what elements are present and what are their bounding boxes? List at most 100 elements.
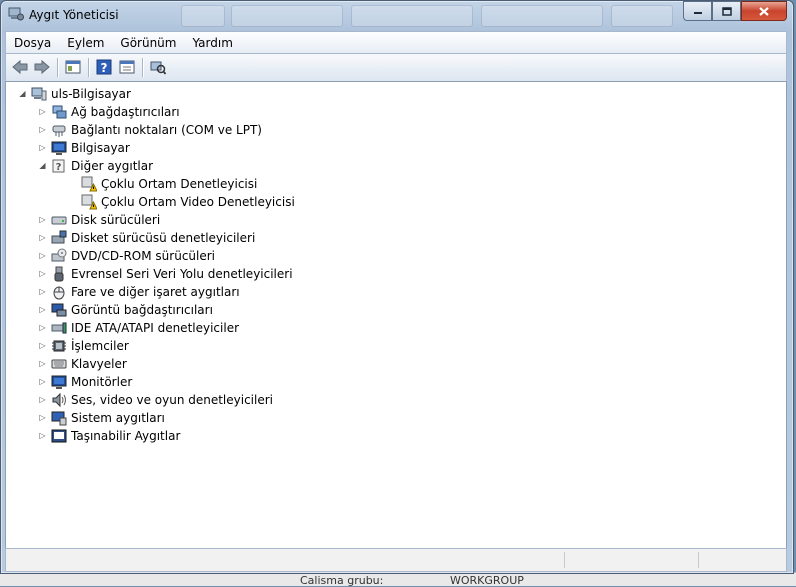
- floppy-controller-icon: [51, 230, 67, 244]
- expand-arrow-icon[interactable]: ▷: [38, 305, 47, 314]
- tree-category-node[interactable]: ◢? Diğer aygıtlar: [6, 157, 776, 175]
- status-bar: [5, 548, 787, 572]
- scan-hardware-icon: [150, 61, 166, 75]
- tree-node-label: Görüntü bağdaştırıcıları: [71, 303, 213, 317]
- title-bar[interactable]: Aygıt Yöneticisi: [1, 1, 793, 31]
- toolbar-separator: [142, 58, 144, 77]
- back-button[interactable]: [11, 58, 29, 76]
- maximize-button[interactable]: [712, 1, 741, 21]
- tree-category-node[interactable]: ▷ Sistem aygıtları: [6, 409, 776, 427]
- background-window-strip: [0, 572, 796, 586]
- tree-root-node[interactable]: ◢ uls-Bilgisayar: [6, 85, 776, 103]
- tree-node-label: Monitörler: [71, 375, 133, 389]
- port-icon: [52, 125, 66, 137]
- menu-gorunum[interactable]: Görünüm: [112, 33, 184, 53]
- tree-node-label: IDE ATA/ATAPI denetleyiciler: [71, 321, 240, 335]
- tree-node-label: Diğer aygıtlar: [71, 159, 154, 173]
- expand-arrow-icon[interactable]: ▷: [38, 125, 47, 134]
- tree-category-node[interactable]: ▷ DVD/CD-ROM sürücüleri: [6, 247, 776, 265]
- tree-node-label: İşlemciler: [71, 339, 129, 353]
- system-device-icon: [51, 411, 67, 426]
- usb-icon: [54, 266, 64, 282]
- scan-hardware-button[interactable]: [149, 58, 167, 76]
- device-tree[interactable]: ◢ uls-Bilgisayar ▷ Ağ bağdaştırıcıları ▷ Bağl…: [5, 81, 787, 549]
- tree-category-node[interactable]: ▷ Bilgisayar: [6, 139, 776, 157]
- disk-drive-icon: [51, 216, 67, 225]
- expand-arrow-icon[interactable]: ▷: [38, 359, 47, 368]
- toolbar: ?: [5, 53, 787, 82]
- collapse-arrow-icon[interactable]: ◢: [38, 161, 47, 170]
- portable-device-icon: [51, 429, 67, 443]
- background-workgroup-label: Calisma grubu:: [300, 574, 384, 587]
- tree-node-label: Sistem aygıtları: [71, 411, 165, 425]
- expand-arrow-icon[interactable]: ▷: [38, 143, 47, 152]
- keyboard-icon: [51, 359, 67, 369]
- expand-arrow-icon[interactable]: ▷: [38, 107, 47, 116]
- device-manager-app-icon: [8, 7, 24, 21]
- expand-arrow-icon[interactable]: ▷: [38, 395, 47, 404]
- menu-eylem[interactable]: Eylem: [59, 33, 112, 53]
- tree-category-node[interactable]: ▷ Görüntü bağdaştırıcıları: [6, 301, 776, 319]
- expand-arrow-icon[interactable]: ▷: [38, 413, 47, 422]
- tree-category-node[interactable]: ▷ Disket sürücüsü denetleyicileri: [6, 229, 776, 247]
- expand-arrow-icon[interactable]: ▷: [38, 215, 47, 224]
- help-icon: ?: [96, 59, 112, 75]
- network-adapter-icon: [52, 105, 67, 119]
- tree-category-node[interactable]: ▷ Klavyeler: [6, 355, 776, 373]
- tree-category-node[interactable]: ▷ Bağlantı noktaları (COM ve LPT): [6, 121, 776, 139]
- toolbar-separator: [57, 58, 59, 77]
- toolbar-separator: [88, 58, 90, 77]
- forward-button[interactable]: [33, 58, 51, 76]
- tree-node-label: Fare ve diğer işaret aygıtları: [71, 285, 240, 299]
- show-hide-console-tree-button[interactable]: [64, 58, 82, 76]
- tree-node-label: Klavyeler: [71, 357, 127, 371]
- console-tree-icon: [65, 60, 81, 74]
- tree-device-node[interactable]: Çoklu Ortam Video Denetleyicisi: [6, 193, 776, 211]
- tree-node-label: Bağlantı noktaları (COM ve LPT): [71, 123, 262, 137]
- tree-category-node[interactable]: ▷ Evrensel Seri Veri Yolu denetleyicileri: [6, 265, 776, 283]
- tree-category-node[interactable]: ▷ Fare ve diğer işaret aygıtları: [6, 283, 776, 301]
- tree-node-label: Ağ bağdaştırıcıları: [71, 105, 180, 119]
- mouse-icon: [53, 286, 65, 300]
- expand-arrow-icon[interactable]: ▷: [38, 377, 47, 386]
- menu-bar: Dosya Eylem Görünüm Yardım: [5, 31, 787, 54]
- menu-yardim[interactable]: Yardım: [184, 33, 240, 53]
- tree-node-label: Disk sürücüleri: [71, 213, 161, 227]
- minimize-button[interactable]: [683, 1, 712, 21]
- expand-arrow-icon[interactable]: ▷: [38, 233, 47, 242]
- expand-arrow-icon[interactable]: ▷: [38, 251, 47, 260]
- svg-text:?: ?: [56, 162, 62, 173]
- expand-arrow-icon[interactable]: ▷: [38, 431, 47, 440]
- background-workgroup-value: WORKGROUP: [450, 574, 524, 587]
- warning-device-icon: [81, 194, 97, 210]
- tree-category-node[interactable]: ▷ Monitörler: [6, 373, 776, 391]
- menu-dosya[interactable]: Dosya: [6, 33, 59, 53]
- expand-arrow-icon[interactable]: ▷: [38, 323, 47, 332]
- computer-icon: [31, 87, 47, 101]
- background-taskbar-ghost: [181, 5, 673, 27]
- tree-node-label: Çoklu Ortam Video Denetleyicisi: [101, 195, 295, 209]
- expand-arrow-icon[interactable]: ▷: [38, 341, 47, 350]
- tree-category-node[interactable]: ▷ Taşınabilir Aygıtlar: [6, 427, 776, 445]
- tree-category-node[interactable]: ▷ Ses, video ve oyun denetleyicileri: [6, 391, 776, 409]
- svg-text:?: ?: [101, 61, 108, 75]
- expand-arrow-icon[interactable]: ▷: [38, 287, 47, 296]
- tree-category-node[interactable]: ▷ İşlemciler: [6, 337, 776, 355]
- tree-node-label: Bilgisayar: [71, 141, 130, 155]
- close-button[interactable]: [741, 1, 787, 21]
- tree-category-node[interactable]: ▷ Disk sürücüleri: [6, 211, 776, 229]
- unknown-device-icon: ?: [52, 159, 65, 173]
- collapse-arrow-icon[interactable]: ◢: [18, 89, 27, 98]
- tree-node-label: Evrensel Seri Veri Yolu denetleyicileri: [71, 267, 293, 281]
- minimize-icon: [693, 12, 702, 14]
- tree-node-label: Disket sürücüsü denetleyicileri: [71, 231, 256, 245]
- tree-category-node[interactable]: ▷ Ağ bağdaştırıcıları: [6, 103, 776, 121]
- help-button[interactable]: ?: [95, 58, 113, 76]
- warning-device-icon: [81, 176, 97, 192]
- tree-node-label: DVD/CD-ROM sürücüleri: [71, 249, 216, 263]
- arrow-left-icon: [12, 59, 28, 75]
- properties-button[interactable]: [118, 58, 136, 76]
- tree-device-node[interactable]: Çoklu Ortam Denetleyicisi: [6, 175, 776, 193]
- expand-arrow-icon[interactable]: ▷: [38, 269, 47, 278]
- tree-category-node[interactable]: ▷ IDE ATA/ATAPI denetleyiciler: [6, 319, 776, 337]
